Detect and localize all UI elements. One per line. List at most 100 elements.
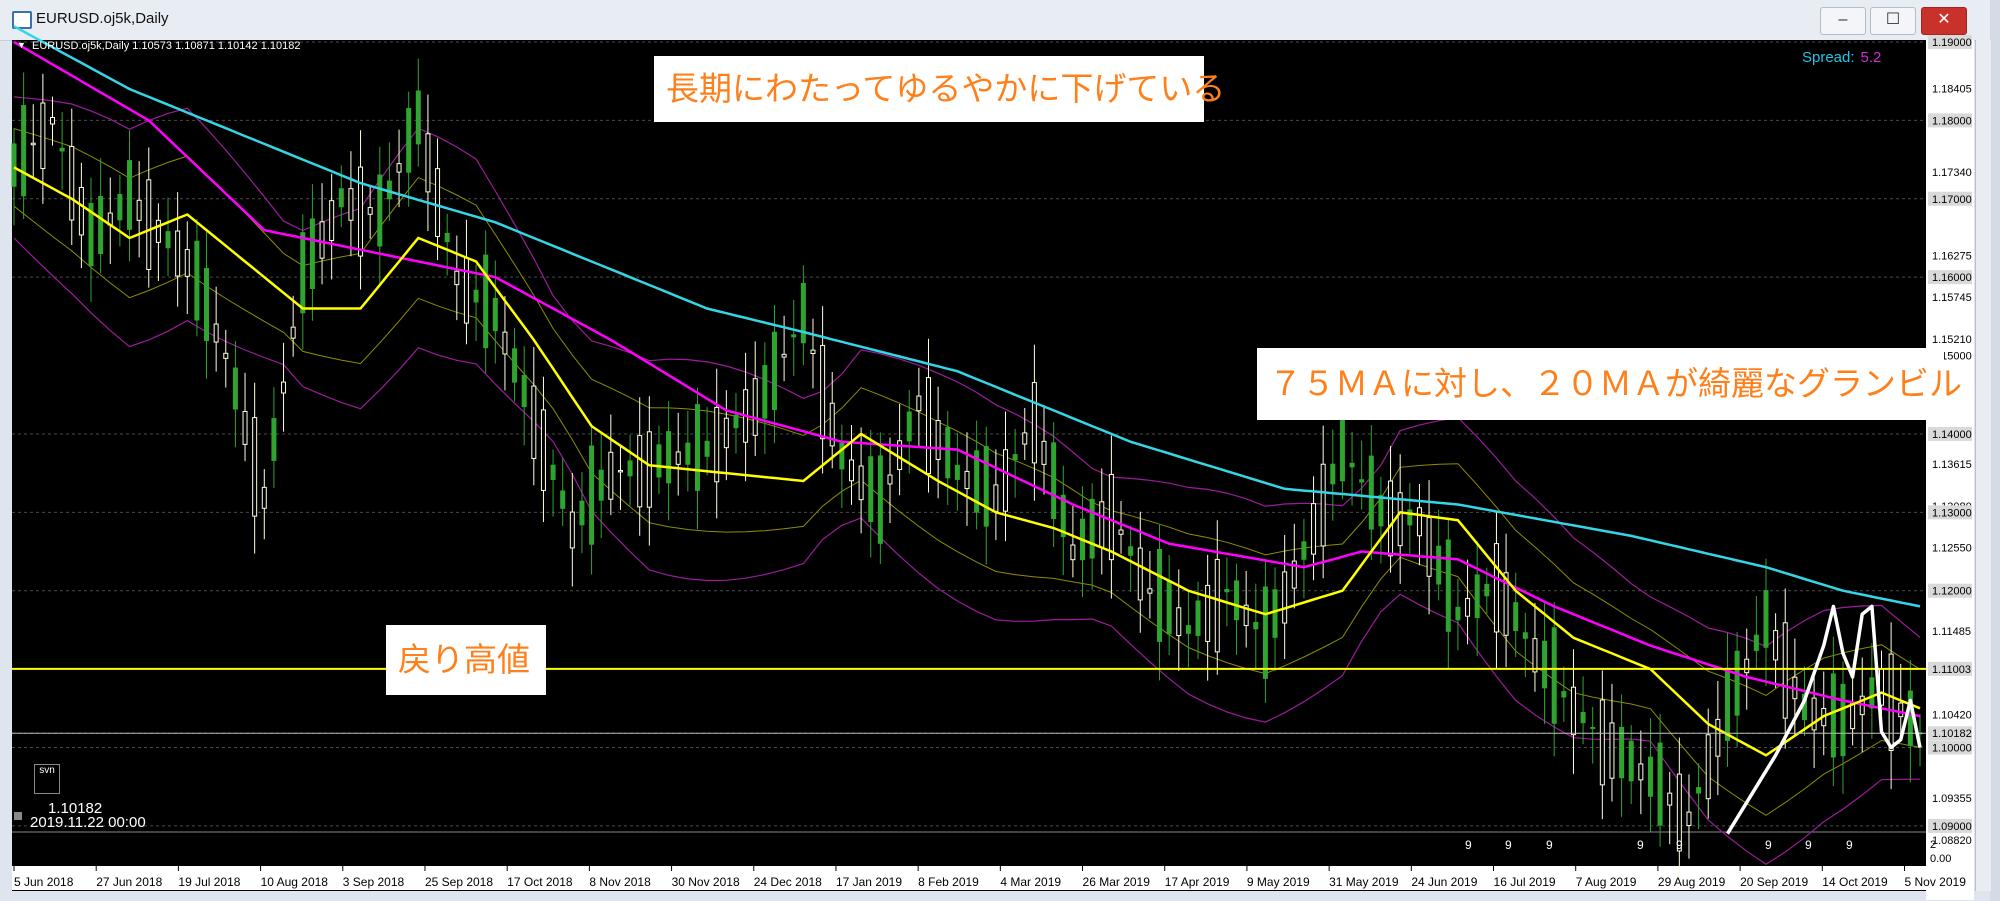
candle-body	[136, 199, 142, 221]
candle-body	[1532, 638, 1538, 673]
time-axis-label: 27 Jun 2018	[96, 875, 162, 889]
candle-body	[694, 404, 700, 491]
price-axis-label: 1.08820	[1932, 835, 1972, 847]
sub-window-mark: 9	[1465, 838, 1472, 852]
chart-info-arrow-icon: ▼	[17, 40, 26, 50]
candle-body	[1166, 580, 1172, 635]
candle-body	[1561, 691, 1567, 698]
candle-body	[1320, 463, 1326, 547]
candle-body	[204, 267, 210, 342]
candle-body	[1301, 541, 1307, 560]
candle-body	[569, 511, 575, 549]
candle-body	[1262, 586, 1268, 679]
candle-body	[21, 105, 27, 197]
cursor-marker-icon	[14, 812, 22, 820]
sub-window-mark: 9	[1765, 838, 1772, 852]
candle-body	[762, 365, 768, 419]
sub-axis-label: 0.00	[1930, 853, 1951, 865]
candle-body	[1108, 473, 1114, 561]
candle-body	[685, 442, 691, 465]
candle-body	[993, 484, 999, 512]
candle-body	[1195, 600, 1201, 636]
candle-body	[40, 102, 46, 170]
price-axis-label: 1.11485	[1932, 626, 1971, 638]
candle-body	[50, 116, 56, 125]
sub-window-mark: 9	[1676, 838, 1683, 852]
bollinger-lower-outer	[13, 237, 1921, 866]
spread-label: Spread:	[1802, 49, 1855, 66]
time-axis-label: 26 Mar 2019	[1083, 875, 1151, 889]
candle-body	[540, 409, 546, 491]
candle-body	[512, 348, 518, 383]
candle-body	[752, 378, 758, 436]
candle-body	[925, 377, 931, 474]
candle-body	[887, 474, 893, 485]
candle-body	[252, 417, 258, 517]
candle-body	[666, 431, 672, 484]
candle-body	[800, 282, 806, 344]
candle-body	[627, 460, 633, 477]
candle-body	[1378, 494, 1384, 527]
candle-body	[1753, 634, 1759, 651]
candle-body	[435, 168, 441, 237]
candle-body	[492, 297, 498, 332]
time-axis-label: 3 Sep 2018	[343, 875, 405, 889]
candle-body	[1619, 726, 1625, 779]
time-axis-label: 4 Mar 2019	[1000, 875, 1061, 889]
sub-window-mark: 9	[1637, 838, 1644, 852]
candle-body	[810, 349, 816, 355]
candle-body	[1869, 677, 1875, 709]
candle-body	[1253, 621, 1259, 630]
candle-body	[1407, 509, 1413, 526]
candle-body	[1551, 627, 1557, 724]
candle-body	[155, 219, 161, 243]
candle-body	[78, 186, 84, 236]
candle-body	[300, 232, 306, 314]
time-axis-label: 24 Jun 2019	[1411, 875, 1477, 889]
candle-body	[1484, 583, 1490, 597]
candle-body	[1705, 734, 1711, 800]
candle-body	[1272, 589, 1278, 638]
candle-body	[1696, 787, 1702, 794]
candle-body	[820, 344, 826, 440]
sub-window-mark: 9	[1846, 838, 1853, 852]
candle-body	[1590, 726, 1596, 729]
candle-body	[868, 456, 874, 523]
candle-body	[1022, 432, 1028, 445]
candle-body	[127, 160, 133, 230]
time-axis-label: 5 Nov 2019	[1905, 875, 1967, 889]
candle-body	[1647, 756, 1653, 797]
candle-body	[30, 142, 36, 146]
candle-body	[463, 257, 469, 324]
candle-body	[531, 385, 537, 460]
candle-body	[242, 410, 248, 445]
candle-body	[1599, 699, 1605, 786]
candle-body	[1003, 449, 1009, 512]
candle-body	[935, 420, 941, 461]
candle-body	[1041, 440, 1047, 465]
candle-body	[1185, 625, 1191, 634]
candle-body	[473, 289, 479, 303]
candle-body	[59, 147, 65, 152]
candle-body	[877, 455, 883, 544]
spread-value: 5.2	[1860, 49, 1882, 66]
crosshair-cursor-icon: svn	[34, 764, 60, 794]
price-axis-label: 1.09000	[1932, 821, 1972, 833]
candle-body	[723, 417, 729, 449]
time-axis-label: 14 Oct 2019	[1822, 875, 1888, 889]
candle-body	[781, 353, 787, 358]
candle-body	[1898, 702, 1904, 718]
candle-body	[425, 133, 431, 193]
candle-body	[1830, 673, 1836, 758]
candle-body	[646, 431, 652, 508]
time-axis-label: 20 Sep 2019	[1740, 875, 1808, 889]
candle-body	[1513, 602, 1519, 632]
candle-body	[858, 465, 864, 501]
time-axis-label: 19 Jul 2018	[178, 875, 240, 889]
candle-body	[1715, 718, 1721, 757]
candle-body	[98, 196, 104, 255]
price-axis-label: 1.15745	[1932, 292, 1972, 304]
price-axis-label: 1.16000	[1932, 272, 1972, 284]
candle-body	[1205, 584, 1211, 642]
candle-body	[329, 200, 335, 241]
